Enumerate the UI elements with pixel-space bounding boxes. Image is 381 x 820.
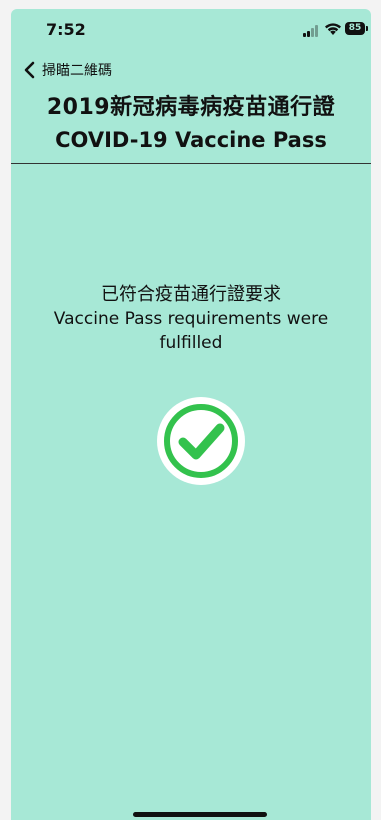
back-label: 掃瞄二維碼 xyxy=(42,63,112,79)
home-indicator[interactable] xyxy=(133,812,267,817)
app-screen: 7:52 85 掃瞄二維碼 2019新冠病毒病疫苗通行證 COVID-19 Va… xyxy=(11,9,371,820)
check-circle-icon xyxy=(157,397,245,485)
chevron-left-icon xyxy=(24,61,35,79)
page-title-zh: 2019新冠病毒病疫苗通行證 xyxy=(46,95,336,120)
page-title-en: COVID-19 Vaccine Pass xyxy=(55,128,327,152)
result-message-zh: 已符合疫苗通行證要求 xyxy=(101,284,281,305)
header-divider xyxy=(11,163,371,164)
wifi-icon xyxy=(325,23,341,35)
page-title: 2019新冠病毒病疫苗通行證 COVID-19 Vaccine Pass xyxy=(11,93,371,155)
back-button[interactable]: 掃瞄二維碼 xyxy=(22,58,112,82)
result-message-en: Vaccine Pass requirements were fulfilled xyxy=(53,309,329,353)
battery-icon: 85 xyxy=(345,22,368,35)
status-bar: 7:52 85 xyxy=(11,9,371,51)
signal-icon xyxy=(303,25,319,37)
result-message: 已符合疫苗通行證要求 Vaccine Pass requirements wer… xyxy=(11,283,371,355)
status-time: 7:52 xyxy=(46,20,86,39)
